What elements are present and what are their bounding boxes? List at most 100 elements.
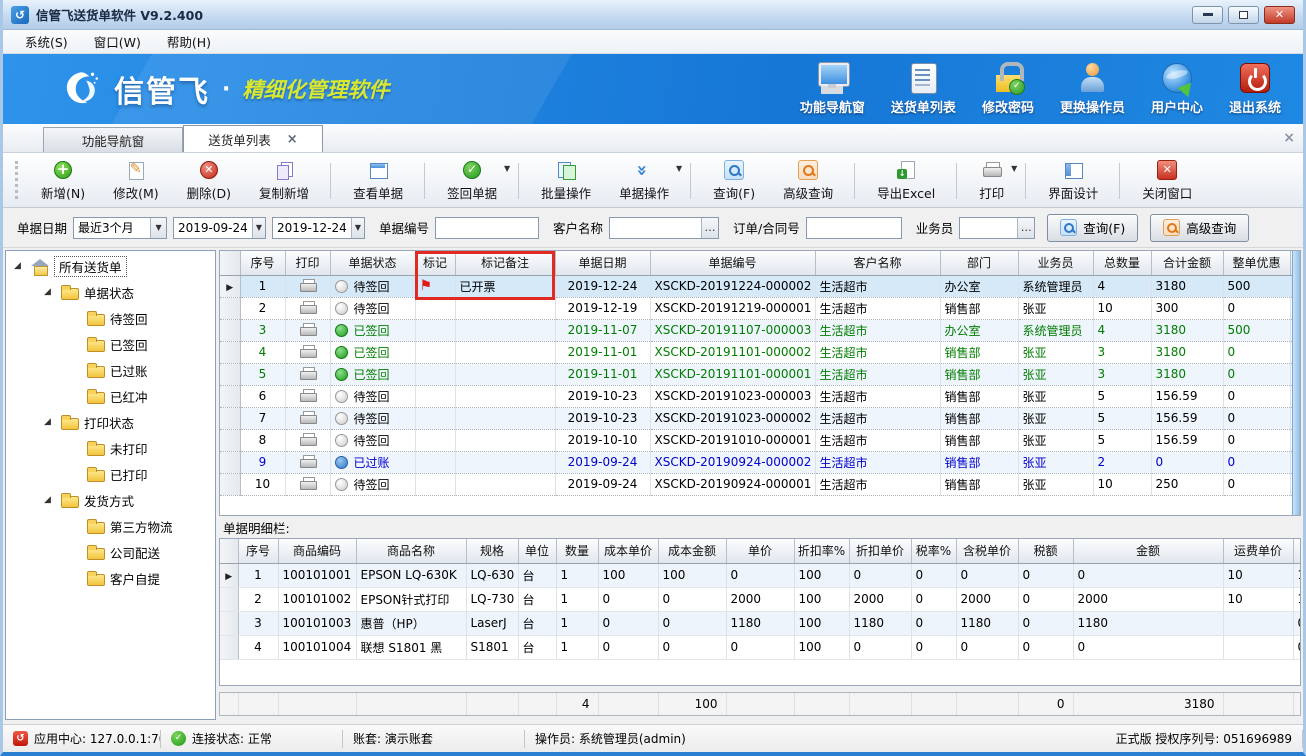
cell-discount[interactable]: 0 bbox=[1223, 297, 1290, 319]
cell-code[interactable]: 100101004 bbox=[278, 635, 356, 659]
cell-date[interactable]: 2019-12-19 bbox=[555, 297, 650, 319]
cell-total[interactable]: 3180 bbox=[1151, 341, 1223, 363]
cell-salesman[interactable]: 张亚 bbox=[1018, 385, 1093, 407]
cell-unit[interactable]: 台 bbox=[518, 587, 556, 611]
table-row[interactable]: 4 已签回 2019-11-01 XSCKD-20191101-000002 生… bbox=[220, 341, 1301, 363]
table-row[interactable]: 1 100101001 EPSON LQ-630K LQ-630 台 1 100… bbox=[220, 563, 1301, 587]
column-header[interactable]: 金额 bbox=[1073, 539, 1223, 563]
cell-salesman[interactable]: 张亚 bbox=[1018, 407, 1093, 429]
search-button[interactable]: 查询(F) bbox=[1047, 214, 1138, 242]
cell-print[interactable] bbox=[285, 363, 330, 385]
toolbar-button[interactable]: 修改(M) ▼ bbox=[101, 156, 171, 204]
expander-icon[interactable] bbox=[44, 417, 56, 427]
minimize-button[interactable] bbox=[1192, 6, 1223, 24]
table-row[interactable]: 7 待签回 2019-10-23 XSCKD-20191023-000002 生… bbox=[220, 407, 1301, 429]
tree-item[interactable]: 已签回 bbox=[6, 331, 215, 357]
tab-delivery-list[interactable]: 送货单列表 × bbox=[183, 125, 323, 152]
cell-salesman[interactable]: 张亚 bbox=[1018, 451, 1093, 473]
table-row[interactable]: 10 待签回 2019-09-24 XSCKD-20190924-000001 … bbox=[220, 473, 1301, 495]
cell-amount[interactable]: 1180 bbox=[1073, 611, 1223, 635]
cell-customer[interactable]: 生活超市 bbox=[815, 297, 940, 319]
cell-salesman[interactable]: 张亚 bbox=[1018, 473, 1093, 495]
table-row[interactable]: 9 已过账 2019-09-24 XSCKD-20190924-000002 生… bbox=[220, 451, 1301, 473]
tab-nav-window[interactable]: 功能导航窗 bbox=[43, 127, 183, 152]
cell-price[interactable]: 0 bbox=[726, 563, 794, 587]
cell-salesman[interactable]: 张亚 bbox=[1018, 363, 1093, 385]
lookup-ellipsis-icon[interactable]: … bbox=[1017, 218, 1034, 238]
cell-seq[interactable]: 2 bbox=[240, 297, 285, 319]
tab-close-icon[interactable]: × bbox=[287, 132, 298, 147]
cell-discount[interactable]: 0 bbox=[1223, 363, 1290, 385]
column-header[interactable]: 总数量 bbox=[1093, 251, 1151, 275]
cell-mark[interactable] bbox=[415, 473, 455, 495]
column-header[interactable]: 折扣单价 bbox=[849, 539, 911, 563]
cell-tax-rate[interactable]: 0 bbox=[911, 587, 956, 611]
column-header[interactable]: 序号 bbox=[240, 251, 285, 275]
cell-mark[interactable] bbox=[415, 429, 455, 451]
cell-total[interactable]: 3180 bbox=[1151, 363, 1223, 385]
cell-doc-no[interactable]: XSCKD-20191107-000003 bbox=[650, 319, 815, 341]
column-header[interactable]: 打印 bbox=[285, 251, 330, 275]
cell-mark[interactable] bbox=[415, 407, 455, 429]
cell-status[interactable]: 待签回 bbox=[330, 407, 415, 429]
toolbar-button[interactable]: 高级查询 ▼ bbox=[771, 156, 845, 204]
restore-button[interactable] bbox=[1228, 6, 1259, 24]
cell-date[interactable]: 2019-10-23 bbox=[555, 407, 650, 429]
table-row[interactable]: 4 100101004 联想 S1801 黑 S1801 台 1 0 0 0 1… bbox=[220, 635, 1301, 659]
cell-print[interactable] bbox=[285, 319, 330, 341]
banner-action-button[interactable]: 功能导航窗 bbox=[800, 62, 865, 116]
cell-status[interactable]: 已签回 bbox=[330, 319, 415, 341]
cell-mark-note[interactable] bbox=[455, 363, 555, 385]
cell-total[interactable]: 3180 bbox=[1151, 275, 1223, 297]
doc-no-input[interactable] bbox=[435, 217, 539, 239]
menu-item[interactable]: 窗口(W) bbox=[82, 30, 153, 53]
cell-amount[interactable]: 0 bbox=[1073, 635, 1223, 659]
cell-total[interactable]: 3180 bbox=[1151, 319, 1223, 341]
cell-discount-price[interactable]: 2000 bbox=[849, 587, 911, 611]
cell-extra[interactable]: 0 bbox=[1293, 611, 1301, 635]
cell-extra[interactable]: 10 bbox=[1293, 563, 1301, 587]
cell-print[interactable] bbox=[285, 429, 330, 451]
cell-customer[interactable]: 生活超市 bbox=[815, 319, 940, 341]
cell-salesman[interactable]: 系统管理员 bbox=[1018, 275, 1093, 297]
cell-discount[interactable]: 0 bbox=[1223, 341, 1290, 363]
cell-mark[interactable] bbox=[415, 451, 455, 473]
cell-discount-price[interactable]: 0 bbox=[849, 563, 911, 587]
tree-item[interactable]: 客户自提 bbox=[6, 565, 215, 591]
cell-doc-no[interactable]: XSCKD-20191023-000002 bbox=[650, 407, 815, 429]
row-selector[interactable] bbox=[220, 429, 240, 451]
cell-dept[interactable]: 销售部 bbox=[940, 363, 1018, 385]
cell-customer[interactable]: 生活超市 bbox=[815, 429, 940, 451]
cell-product-name[interactable]: EPSON针式打印 bbox=[356, 587, 466, 611]
cell-total[interactable]: 156.59 bbox=[1151, 429, 1223, 451]
cell-tax[interactable]: 0 bbox=[1018, 587, 1073, 611]
column-header[interactable]: 单据日期 bbox=[555, 251, 650, 275]
row-selector[interactable] bbox=[220, 407, 240, 429]
cell-amount[interactable]: 0 bbox=[1073, 563, 1223, 587]
cell-discount[interactable]: 500 bbox=[1223, 275, 1290, 297]
cell-qty[interactable]: 1 bbox=[556, 563, 598, 587]
row-selector[interactable] bbox=[220, 363, 240, 385]
cell-qty[interactable]: 5 bbox=[1093, 385, 1151, 407]
cell-print[interactable] bbox=[285, 341, 330, 363]
menu-item[interactable]: 帮助(H) bbox=[155, 30, 223, 53]
table-row[interactable]: 5 已签回 2019-11-01 XSCKD-20191101-000001 生… bbox=[220, 363, 1301, 385]
salesman-input[interactable]: … bbox=[959, 217, 1035, 239]
table-row[interactable]: 6 待签回 2019-10-23 XSCKD-20191023-000003 生… bbox=[220, 385, 1301, 407]
cell-qty[interactable]: 10 bbox=[1093, 297, 1151, 319]
cell-cost-price[interactable]: 0 bbox=[598, 635, 658, 659]
cell-seq[interactable]: 7 bbox=[240, 407, 285, 429]
cell-customer[interactable]: 生活超市 bbox=[815, 341, 940, 363]
toolbar-button[interactable]: 关闭窗口 ▼ bbox=[1130, 156, 1204, 204]
cell-seq[interactable]: 6 bbox=[240, 385, 285, 407]
cell-status[interactable]: 已签回 bbox=[330, 341, 415, 363]
cell-price[interactable]: 1180 bbox=[726, 611, 794, 635]
tree-item[interactable]: 已打印 bbox=[6, 461, 215, 487]
cell-freight-price[interactable]: 10 bbox=[1223, 563, 1293, 587]
cell-tax-price[interactable]: 0 bbox=[956, 563, 1018, 587]
advanced-search-button[interactable]: 高级查询 bbox=[1150, 214, 1249, 242]
cell-extra[interactable]: 10 bbox=[1293, 587, 1301, 611]
column-header[interactable]: 数量 bbox=[556, 539, 598, 563]
cell-mark[interactable] bbox=[415, 319, 455, 341]
cell-status[interactable]: 已过账 bbox=[330, 451, 415, 473]
